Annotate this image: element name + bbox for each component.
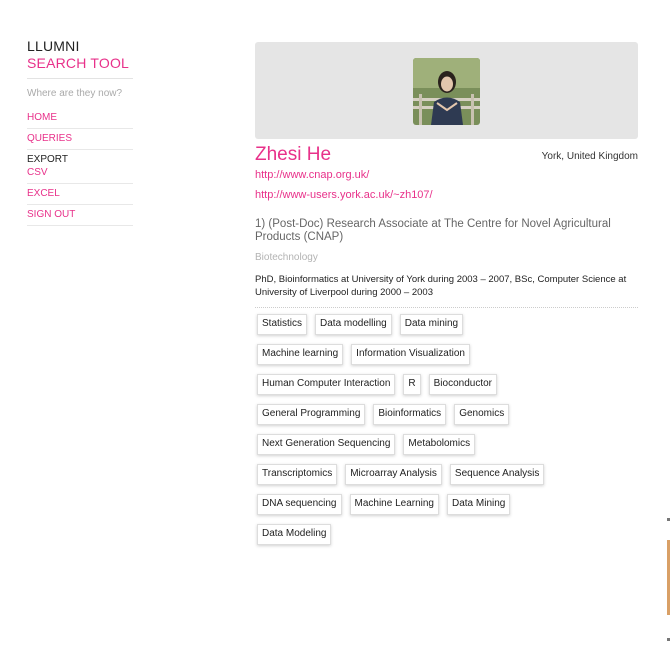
avatar (413, 58, 480, 125)
page: LLUMNI SEARCH TOOL Where are they now? H… (0, 0, 670, 670)
profile-banner (255, 42, 638, 139)
export-excel-link[interactable]: EXCEL (27, 184, 133, 205)
skill-tag[interactable]: Bioconductor (428, 374, 498, 395)
tagline: Where are they now? (27, 88, 123, 99)
position-text: 1) (Post-Doc) Research Associate at The … (255, 218, 611, 243)
website-link-2[interactable]: http://www-users.york.ac.uk/~zh107/ (255, 189, 638, 202)
nav-home-link[interactable]: HOME (27, 108, 133, 129)
skill-tag[interactable]: Metabolomics (403, 434, 476, 455)
section-divider (255, 307, 638, 308)
skill-tag[interactable]: Machine Learning (349, 494, 439, 515)
education-text: PhD, Bioinformatics at University of Yor… (255, 274, 627, 298)
nav-queries-link[interactable]: QUERIES (27, 129, 133, 150)
person-photo-icon (413, 58, 480, 125)
skill-tag[interactable]: Sequence Analysis (449, 464, 545, 485)
skill-tag[interactable]: R (403, 374, 421, 395)
brand-title[interactable]: LLUMNI (27, 38, 133, 55)
skill-tag[interactable]: General Programming (257, 404, 366, 425)
skill-tag[interactable]: Human Computer Interaction (257, 374, 396, 395)
person-location: York, United Kingdom (541, 151, 638, 162)
export-csv-link[interactable]: CSV (27, 165, 133, 184)
name-row: Zhesi He York, United Kingdom (255, 144, 638, 166)
website-link-1[interactable]: http://www.cnap.org.uk/ (255, 169, 638, 182)
skill-tag[interactable]: Next Generation Sequencing (257, 434, 396, 455)
skill-tag[interactable]: Machine learning (257, 344, 344, 365)
export-heading: EXPORT (27, 154, 68, 165)
brand-subtitle[interactable]: SEARCH TOOL (27, 55, 133, 72)
skill-tag[interactable]: Bioinformatics (373, 404, 447, 425)
skill-tag[interactable]: DNA sequencing (257, 494, 342, 515)
person-name[interactable]: Zhesi He (255, 144, 331, 165)
skill-tag[interactable]: Data modelling (315, 314, 392, 335)
sidebar: LLUMNI SEARCH TOOL Where are they now? H… (27, 38, 133, 226)
profile-card: Zhesi He York, United Kingdom http://www… (255, 42, 638, 554)
brand-divider (27, 78, 133, 79)
skill-tag[interactable]: Transcriptomics (257, 464, 338, 485)
skill-tag[interactable]: Data mining (399, 314, 464, 335)
skill-tag[interactable]: Statistics (257, 314, 308, 335)
sign-out-link[interactable]: SIGN OUT (27, 205, 133, 226)
skills-list: Statistics Data modelling Data mining Machi… (255, 314, 555, 554)
skill-tag[interactable]: Data Modeling (257, 524, 332, 545)
skill-tag[interactable]: Data Mining (447, 494, 511, 515)
skill-tag[interactable]: Information Visualization (351, 344, 470, 365)
skill-tag[interactable]: Microarray Analysis (345, 464, 442, 485)
industry-text: Biotechnology (255, 252, 318, 263)
skill-tag[interactable]: Genomics (454, 404, 510, 425)
